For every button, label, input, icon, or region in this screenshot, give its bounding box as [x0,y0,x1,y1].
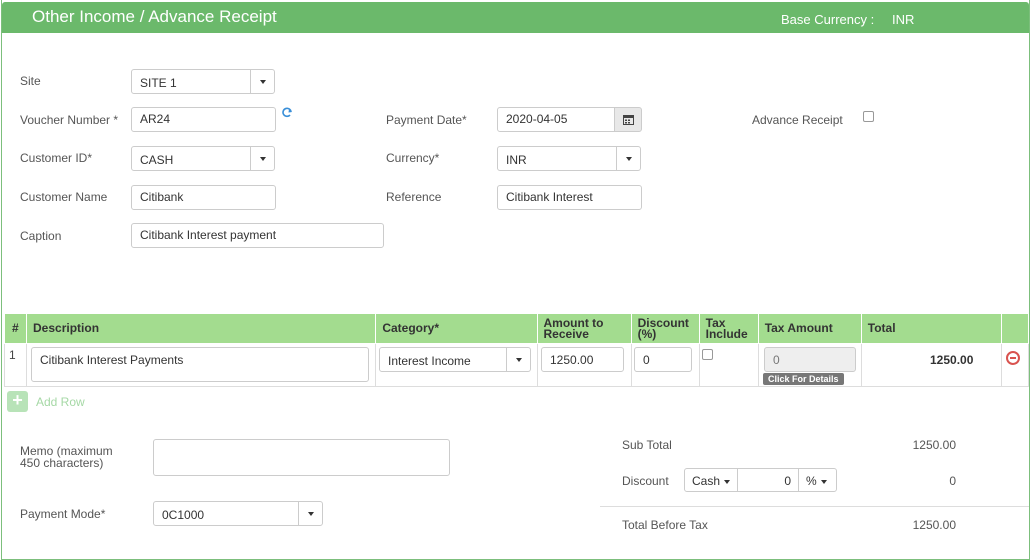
customer-id-select[interactable]: CASH [131,146,275,171]
chevron-down-icon [724,479,731,484]
chevron-down-icon[interactable] [506,348,530,371]
add-row-button[interactable]: + [7,391,28,412]
customer-name-input[interactable]: Citibank [131,185,276,210]
sub-total-label: Sub Total [622,438,672,452]
divider [600,506,1029,507]
payment-date-label: Payment Date* [386,113,467,127]
sub-total-value: 1250.00 [912,438,956,452]
remove-row-icon[interactable] [1006,351,1020,365]
add-row-label[interactable]: Add Row [36,395,85,409]
memo-label: Memo (maximum 450 characters) [20,444,113,470]
reference-input[interactable]: Citibank Interest [497,185,642,210]
discount-label: Discount [622,474,669,488]
currency-label: Currency* [386,151,440,165]
tax-include-checkbox[interactable] [702,349,713,360]
col-actions [1000,313,1030,344]
currency-value: INR [506,153,527,167]
memo-textarea[interactable] [153,439,450,476]
calendar-button[interactable] [614,107,642,132]
col-tax-amount: Tax Amount [757,313,862,344]
col-discount: Discount (%) [630,313,700,344]
reference-label: Reference [386,190,442,204]
site-label: Site [20,74,41,88]
payment-mode-value: 0C1000 [162,508,205,522]
payment-mode-label: Payment Mode* [20,507,106,521]
category-select[interactable]: Interest Income [379,347,531,372]
col-amount: Amount to Receive [536,313,632,344]
discount-unit-dropdown[interactable]: % [798,468,837,492]
total-before-tax-value: 1250.00 [912,518,956,532]
col-total: Total [860,313,1002,344]
chevron-down-icon[interactable] [250,147,274,170]
row-total: 1250.00 [930,353,974,367]
description-input[interactable]: Citibank Interest Payments [31,347,369,382]
page-header: Other Income / Advance Receipt Base Curr… [2,2,1029,33]
caption-input[interactable]: Citibank Interest payment [131,223,384,248]
base-currency-label: Base Currency : [781,12,875,27]
col-index: # [3,313,28,344]
voucher-number-label: Voucher Number * [20,113,119,127]
base-currency-value: INR [892,12,915,27]
page-title: Other Income / Advance Receipt [32,7,277,26]
payment-mode-select[interactable]: 0C1000 [153,501,323,526]
tax-amount-input: 0 [764,347,856,372]
advance-receipt-label: Advance Receipt [752,113,843,127]
discount-amount-input[interactable]: 0 [737,468,799,492]
category-value: Interest Income [388,354,471,368]
discount-unit-value: % [806,474,817,488]
discount-type-dropdown[interactable]: Cash [684,468,738,492]
payment-date-input[interactable]: 2020-04-05 [497,107,615,132]
col-category: Category* [375,313,538,344]
currency-select[interactable]: INR [497,146,641,171]
row-index: 1 [9,348,16,362]
discount-value: 0 [949,474,956,488]
advance-receipt-checkbox[interactable] [863,111,874,122]
amount-input[interactable]: 1250.00 [541,347,624,372]
customer-name-label: Customer Name [20,190,108,204]
customer-id-label: Customer ID* [20,151,93,165]
col-tax-include: Tax Include [698,313,759,344]
refresh-icon[interactable] [281,107,293,119]
col-description: Description [26,313,377,344]
total-before-tax-label: Total Before Tax [622,518,708,532]
chevron-down-icon[interactable] [298,502,322,525]
chevron-down-icon[interactable] [250,70,274,93]
chevron-down-icon[interactable] [616,147,640,170]
customer-id-value: CASH [140,153,174,167]
chevron-down-icon [820,479,827,484]
discount-input[interactable]: 0 [634,347,692,372]
site-select[interactable]: SITE 1 [131,69,275,94]
site-value: SITE 1 [140,76,177,90]
caption-label: Caption [20,229,62,243]
calendar-icon [623,115,634,125]
click-for-details-button[interactable]: Click For Details [763,373,844,385]
discount-type-value: Cash [692,474,721,488]
voucher-number-input[interactable]: AR24 [131,107,276,132]
